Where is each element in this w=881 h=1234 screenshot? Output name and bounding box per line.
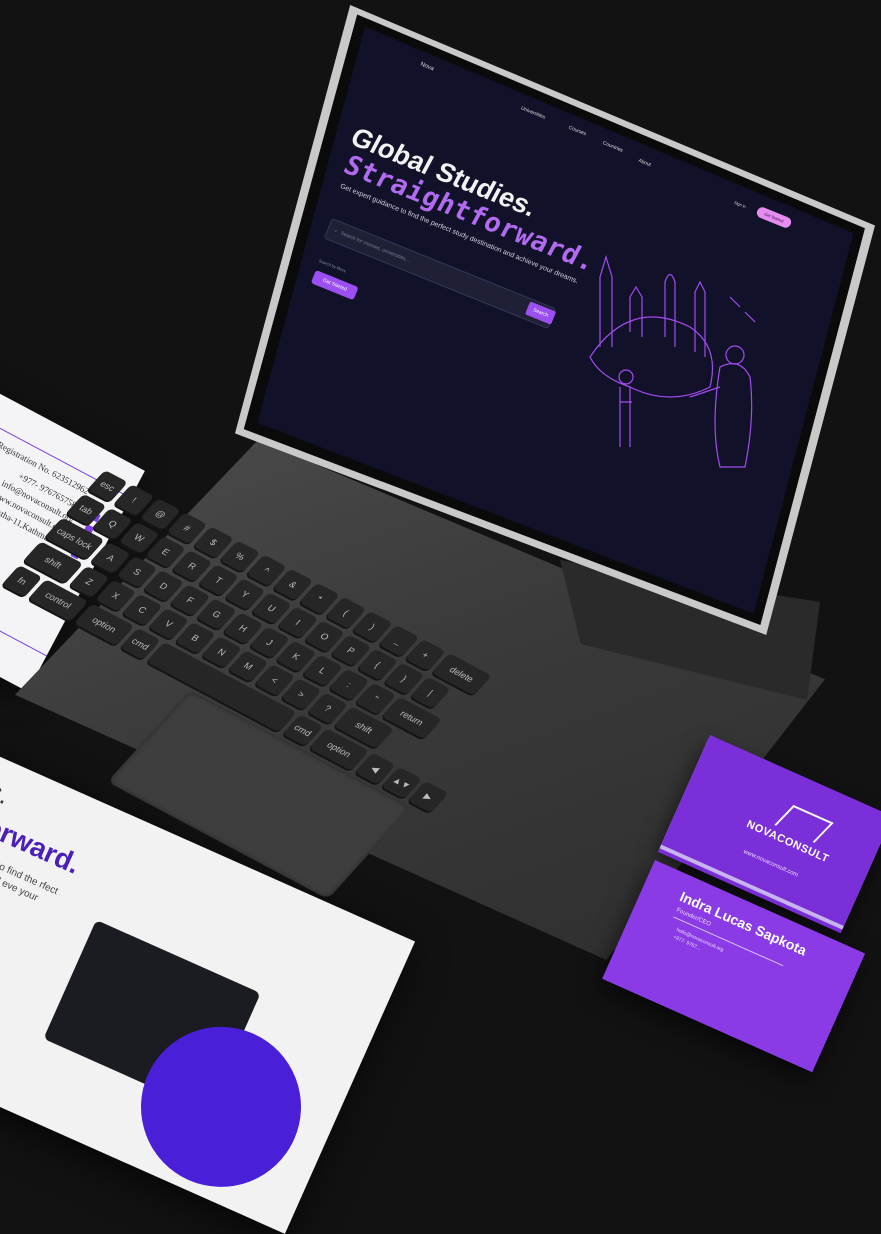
nav-countries[interactable]: Countries — [602, 140, 624, 154]
search-filters-link[interactable]: Search by filters — [318, 258, 346, 273]
search-icon: ⌕ — [333, 228, 339, 235]
search-button[interactable]: Search — [524, 301, 557, 325]
signin-link[interactable]: Sign in — [734, 200, 747, 209]
card-website: www.novaconsult.com — [742, 848, 799, 879]
nav-universities[interactable]: Universities — [520, 105, 546, 120]
search-input[interactable]: Search for courses, universities... — [340, 231, 411, 264]
signup-button[interactable]: Get Started — [755, 205, 793, 230]
nav-about[interactable]: About — [637, 158, 651, 168]
nav-courses[interactable]: Courses — [568, 125, 588, 138]
study-abroad-illustration — [589, 254, 756, 468]
site-logo[interactable]: Nova — [419, 62, 434, 73]
get-started-button[interactable]: Get Started — [310, 270, 359, 301]
